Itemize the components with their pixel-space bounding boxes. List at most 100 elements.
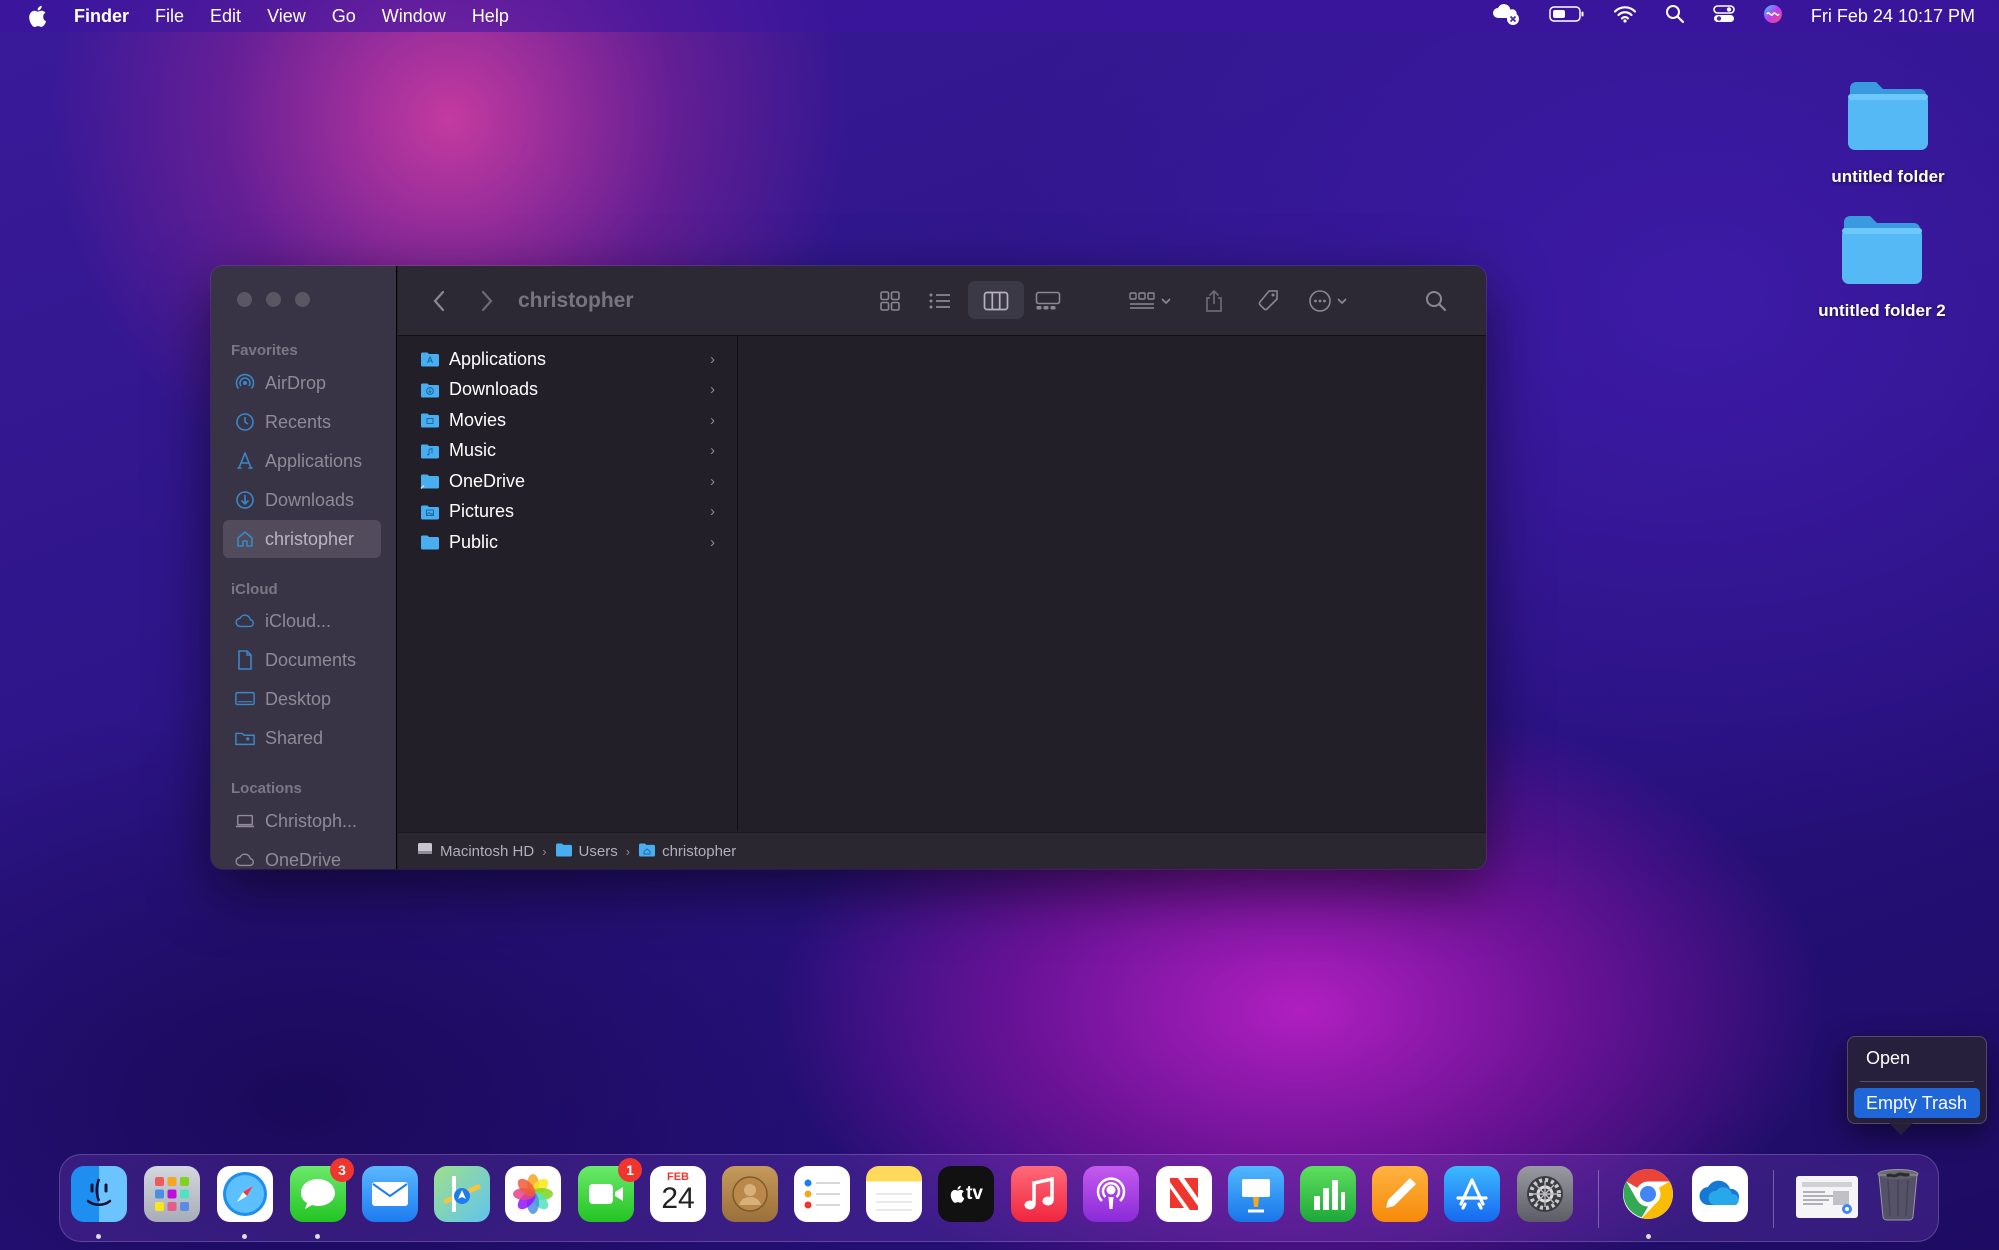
menu-go[interactable]: Go <box>332 6 356 27</box>
desktop-folder-untitled[interactable]: untitled folder <box>1808 78 1968 187</box>
control-center-icon[interactable] <box>1713 4 1735 29</box>
list-item[interactable]: Movies › <box>398 405 737 436</box>
dock-minimized-window[interactable] <box>1796 1176 1858 1218</box>
sidebar-header-favorites: Favorites <box>231 342 298 359</box>
list-item[interactable]: OneDrive › <box>398 466 737 497</box>
menu-edit[interactable]: Edit <box>210 6 241 27</box>
dock-music[interactable] <box>1011 1166 1067 1222</box>
dock-keynote[interactable] <box>1228 1166 1284 1222</box>
dock-maps[interactable] <box>434 1166 490 1222</box>
zoom-window-button[interactable] <box>295 292 310 307</box>
dock-photos[interactable] <box>505 1166 561 1222</box>
dock-podcasts[interactable] <box>1083 1166 1139 1222</box>
sidebar-item-applications[interactable]: Applications <box>223 442 381 480</box>
icloud-status-icon[interactable] <box>1491 2 1521 31</box>
chevron-right-icon: › <box>710 350 715 368</box>
onedrive-folder-icon <box>420 473 440 490</box>
dock-safari[interactable] <box>217 1166 273 1222</box>
cloud-icon <box>235 850 255 869</box>
more-actions-icon[interactable] <box>1302 266 1358 336</box>
dock-trash[interactable] <box>1870 1166 1926 1222</box>
sidebar-item-shared[interactable]: Shared <box>223 719 381 757</box>
icon-view-button[interactable] <box>872 266 908 336</box>
desktop-folder-untitled-2[interactable]: untitled folder 2 <box>1802 212 1962 321</box>
document-thumbnail-icon <box>1802 1182 1852 1214</box>
dock-reminders[interactable] <box>794 1166 850 1222</box>
chevron-right-icon: › <box>710 381 715 398</box>
home-folder-icon <box>638 842 656 861</box>
dock-onedrive[interactable] <box>1692 1166 1748 1222</box>
path-separator-icon: › <box>542 843 547 859</box>
wifi-icon[interactable] <box>1613 5 1637 28</box>
menubar-clock[interactable]: Fri Feb 24 10:17 PM <box>1811 6 1975 27</box>
group-by-button[interactable] <box>1122 266 1178 336</box>
menu-item-empty-trash[interactable]: Empty Trash <box>1854 1088 1980 1118</box>
dock-chrome[interactable] <box>1620 1166 1676 1222</box>
sidebar-item-documents[interactable]: Documents <box>223 641 381 679</box>
dock-news[interactable] <box>1156 1166 1212 1222</box>
menu-help[interactable]: Help <box>472 6 509 27</box>
dock-divider <box>1598 1170 1599 1228</box>
sidebar-item-label: Shared <box>265 727 324 748</box>
sidebar-item-downloads[interactable]: Downloads <box>223 481 381 519</box>
dock-pages[interactable] <box>1372 1166 1428 1222</box>
dock-app-store[interactable] <box>1444 1166 1500 1222</box>
dock-finder[interactable] <box>71 1166 127 1222</box>
list-item[interactable]: Applications › <box>398 344 737 375</box>
list-item[interactable]: Music › <box>398 436 737 467</box>
dock-messages[interactable]: 3 <box>290 1158 354 1222</box>
list-item[interactable]: Downloads › <box>398 375 737 406</box>
trash-context-menu: Open Empty Trash <box>1847 1036 1987 1124</box>
search-icon[interactable] <box>1418 266 1454 336</box>
dock-notes[interactable] <box>866 1166 922 1222</box>
compass-icon <box>223 1172 267 1216</box>
back-button[interactable] <box>424 266 454 336</box>
dock-mail[interactable] <box>362 1166 418 1222</box>
sidebar-item-christopher[interactable]: christopher <box>223 520 381 558</box>
dock-facetime[interactable]: 1 <box>578 1158 642 1222</box>
close-window-button[interactable] <box>237 292 252 307</box>
airdrop-icon <box>235 373 255 393</box>
menu-file[interactable]: File <box>155 6 184 27</box>
list-view-button[interactable] <box>922 266 958 336</box>
sidebar-item-computer[interactable]: Christoph... <box>223 802 381 840</box>
sidebar-item-label: Documents <box>265 649 357 670</box>
dock-calendar[interactable]: FEB 24 <box>650 1166 706 1222</box>
gallery-view-button[interactable] <box>1030 266 1066 336</box>
folder-name: Applications <box>449 348 547 369</box>
sidebar-item-label: Applications <box>265 450 363 471</box>
path-item-christopher[interactable]: christopher <box>638 842 736 861</box>
photos-flower-icon <box>513 1174 553 1214</box>
apple-menu-icon[interactable] <box>24 5 50 27</box>
sidebar-item-desktop[interactable]: Desktop <box>223 680 381 718</box>
menu-window[interactable]: Window <box>382 6 446 27</box>
siri-icon[interactable] <box>1763 4 1783 29</box>
sidebar-item-label: Christoph... <box>265 810 358 831</box>
list-item[interactable]: Pictures › <box>398 497 737 528</box>
path-item-users[interactable]: Users <box>555 842 618 861</box>
dock-launchpad[interactable] <box>144 1166 200 1222</box>
menu-finder[interactable]: Finder <box>74 6 129 27</box>
menu-item-open[interactable]: Open <box>1854 1043 1980 1073</box>
battery-icon[interactable] <box>1549 5 1585 28</box>
column-view-button[interactable] <box>978 266 1014 336</box>
minimize-window-button[interactable] <box>266 292 281 307</box>
sidebar-item-airdrop[interactable]: AirDrop <box>223 364 381 402</box>
path-item-macintosh-hd[interactable]: Macintosh HD <box>416 841 534 861</box>
share-icon[interactable] <box>1196 266 1232 336</box>
sidebar-item-onedrive[interactable]: OneDrive <box>223 841 381 869</box>
tv-label: tv <box>966 1183 983 1204</box>
dock-numbers[interactable] <box>1300 1166 1356 1222</box>
sidebar-item-label: OneDrive <box>265 849 342 870</box>
dock-tv[interactable]: tv <box>938 1166 994 1222</box>
checklist-icon <box>804 1179 840 1209</box>
sidebar-item-icloud-drive[interactable]: iCloud... <box>223 602 381 640</box>
spotlight-search-icon[interactable] <box>1665 4 1685 29</box>
menu-view[interactable]: View <box>267 6 306 27</box>
dock-system-settings[interactable] <box>1517 1166 1573 1222</box>
forward-button[interactable] <box>472 266 502 336</box>
dock-contacts[interactable] <box>722 1166 778 1222</box>
tag-icon[interactable] <box>1250 266 1286 336</box>
list-item[interactable]: Public › <box>398 527 737 558</box>
sidebar-item-recents[interactable]: Recents <box>223 403 381 441</box>
